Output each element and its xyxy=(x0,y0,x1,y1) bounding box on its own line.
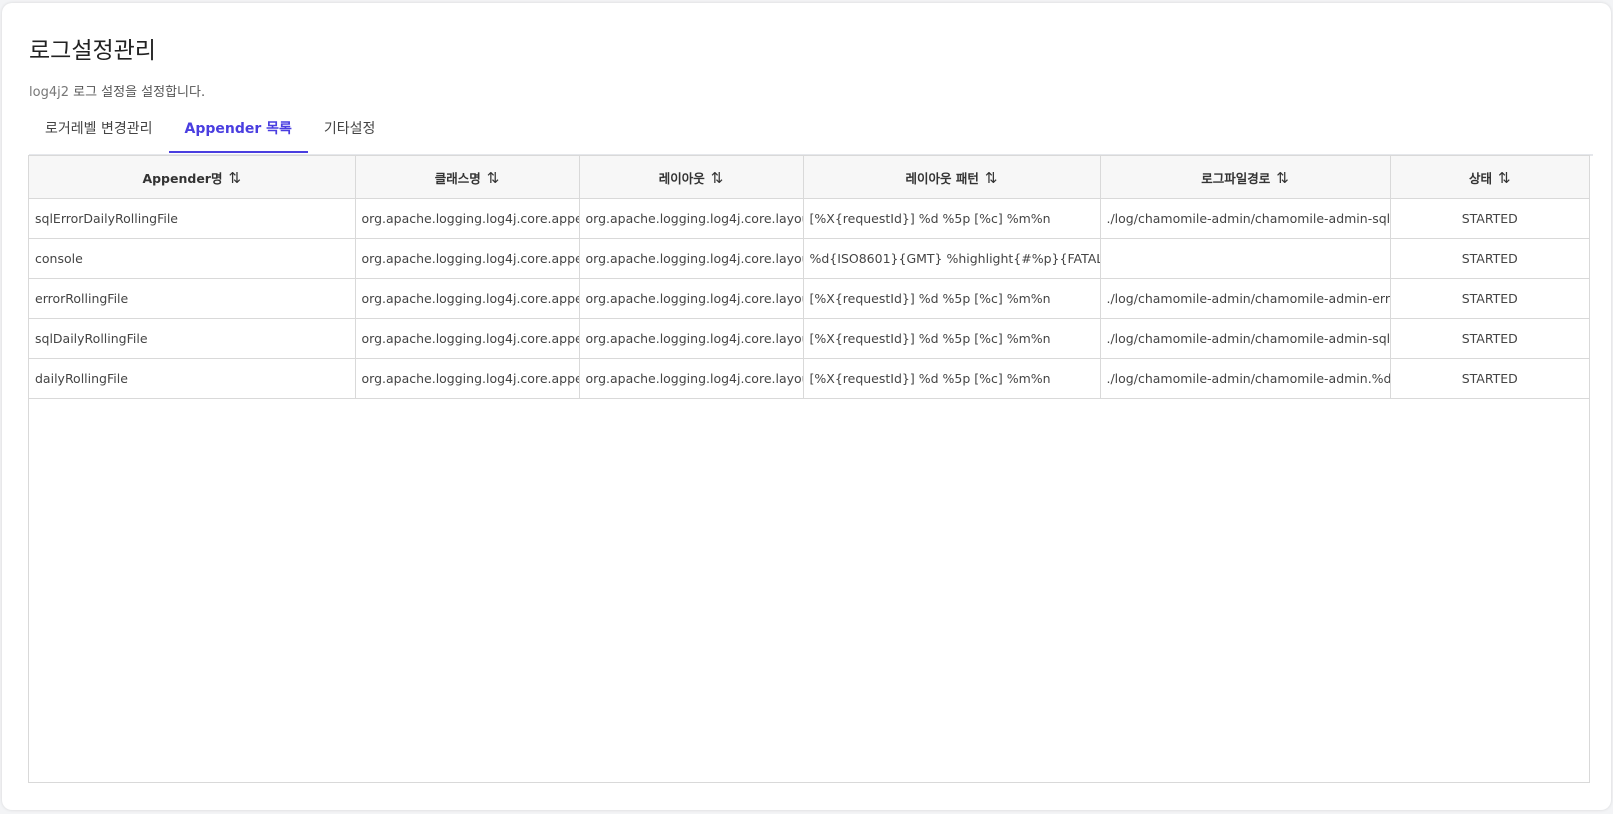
cell-status: STARTED xyxy=(1390,318,1589,359)
cell-layout-pattern: [%X{requestId}] %d %5p [%c] %m%n xyxy=(803,318,1101,359)
table-row[interactable]: sqlDailyRollingFile org.apache.logging.l… xyxy=(29,318,1589,359)
cell-layout: org.apache.logging.log4j.core.layout. xyxy=(579,318,804,359)
sort-icon[interactable]: ⇅ xyxy=(711,169,724,187)
table-row[interactable]: sqlErrorDailyRollingFile org.apache.logg… xyxy=(29,198,1589,239)
cell-log-file-path: ./log/chamomile-admin/chamomile-admin.%d… xyxy=(1100,358,1391,399)
cell-appender-name: console xyxy=(29,238,356,279)
tab-other-settings[interactable]: 기타설정 xyxy=(308,109,392,153)
table-row[interactable]: errorRollingFile org.apache.logging.log4… xyxy=(29,278,1589,319)
cell-appender-name: sqlDailyRollingFile xyxy=(29,318,356,359)
cell-status: STARTED xyxy=(1390,358,1589,399)
tab-appender-list[interactable]: Appender 목록 xyxy=(168,109,308,153)
table-header-row: Appender명 ⇅ 클래스명 ⇅ 레이아웃 ⇅ 레이아웃 패턴 ⇅ 로그파일경로 ⇅ … xyxy=(29,156,1589,199)
cell-status: STARTED xyxy=(1390,278,1589,319)
sort-icon[interactable]: ⇅ xyxy=(228,169,241,187)
table-row[interactable]: dailyRollingFile org.apache.logging.log4… xyxy=(29,358,1589,399)
tab-logger-level[interactable]: 로거레벨 변경관리 xyxy=(29,109,169,153)
sort-icon[interactable]: ⇅ xyxy=(1498,169,1511,187)
cell-layout-pattern: [%X{requestId}] %d %5p [%c] %m%n xyxy=(803,278,1101,319)
cell-layout-pattern: [%X{requestId}] %d %5p [%c] %m%n xyxy=(803,358,1101,399)
column-header-class-name[interactable]: 클래스명 ⇅ xyxy=(355,156,580,199)
appender-table: Appender명 ⇅ 클래스명 ⇅ 레이아웃 ⇅ 레이아웃 패턴 ⇅ 로그파일경로 ⇅ … xyxy=(29,156,1589,399)
cell-status: STARTED xyxy=(1390,198,1589,239)
cell-class-name: org.apache.logging.log4j.core.append xyxy=(355,278,580,319)
table-row[interactable]: console org.apache.logging.log4j.core.ap… xyxy=(29,238,1589,279)
description-text: 로그 설정을 설정합니다. xyxy=(68,85,206,100)
cell-log-file-path: ./log/chamomile-admin/chamomile-admin-er… xyxy=(1100,278,1391,319)
cell-log-file-path: ./log/chamomile-admin/chamomile-admin-sq… xyxy=(1100,318,1391,359)
column-header-layout[interactable]: 레이아웃 ⇅ xyxy=(579,156,804,199)
sort-icon[interactable]: ⇅ xyxy=(985,169,998,187)
cell-layout: org.apache.logging.log4j.core.layout. xyxy=(579,278,804,319)
cell-log-file-path xyxy=(1100,238,1391,279)
cell-appender-name: dailyRollingFile xyxy=(29,358,356,399)
cell-layout: org.apache.logging.log4j.core.layout. xyxy=(579,198,804,239)
sort-icon[interactable]: ⇅ xyxy=(487,169,500,187)
page-description: log4j2 로그 설정을 설정합니다. xyxy=(29,81,205,100)
page-title: 로그설정관리 xyxy=(29,38,156,64)
cell-appender-name: sqlErrorDailyRollingFile xyxy=(29,198,356,239)
appender-grid: Appender명 ⇅ 클래스명 ⇅ 레이아웃 ⇅ 레이아웃 패턴 ⇅ 로그파일경로 ⇅ … xyxy=(28,155,1590,783)
cell-status: STARTED xyxy=(1390,238,1589,279)
cell-class-name: org.apache.logging.log4j.core.append xyxy=(355,358,580,399)
description-code: log4j2 xyxy=(29,85,69,100)
cell-class-name: org.apache.logging.log4j.core.append xyxy=(355,318,580,359)
sort-icon[interactable]: ⇅ xyxy=(1276,169,1289,187)
tab-bar: 로거레벨 변경관리 Appender 목록 기타설정 xyxy=(29,109,1593,156)
cell-layout: org.apache.logging.log4j.core.layout. xyxy=(579,238,804,279)
cell-class-name: org.apache.logging.log4j.core.append xyxy=(355,238,580,279)
column-header-log-file-path[interactable]: 로그파일경로 ⇅ xyxy=(1100,156,1391,199)
cell-log-file-path: ./log/chamomile-admin/chamomile-admin-sq… xyxy=(1100,198,1391,239)
column-header-layout-pattern[interactable]: 레이아웃 패턴 ⇅ xyxy=(803,156,1101,199)
cell-layout-pattern: %d{ISO8601}{GMT} %highlight{#%p}{FATAL=r… xyxy=(803,238,1101,279)
cell-appender-name: errorRollingFile xyxy=(29,278,356,319)
cell-class-name: org.apache.logging.log4j.core.append xyxy=(355,198,580,239)
column-header-appender-name[interactable]: Appender명 ⇅ xyxy=(29,156,356,199)
cell-layout: org.apache.logging.log4j.core.layout. xyxy=(579,358,804,399)
cell-layout-pattern: [%X{requestId}] %d %5p [%c] %m%n xyxy=(803,198,1101,239)
column-header-status[interactable]: 상태 ⇅ xyxy=(1390,156,1589,199)
